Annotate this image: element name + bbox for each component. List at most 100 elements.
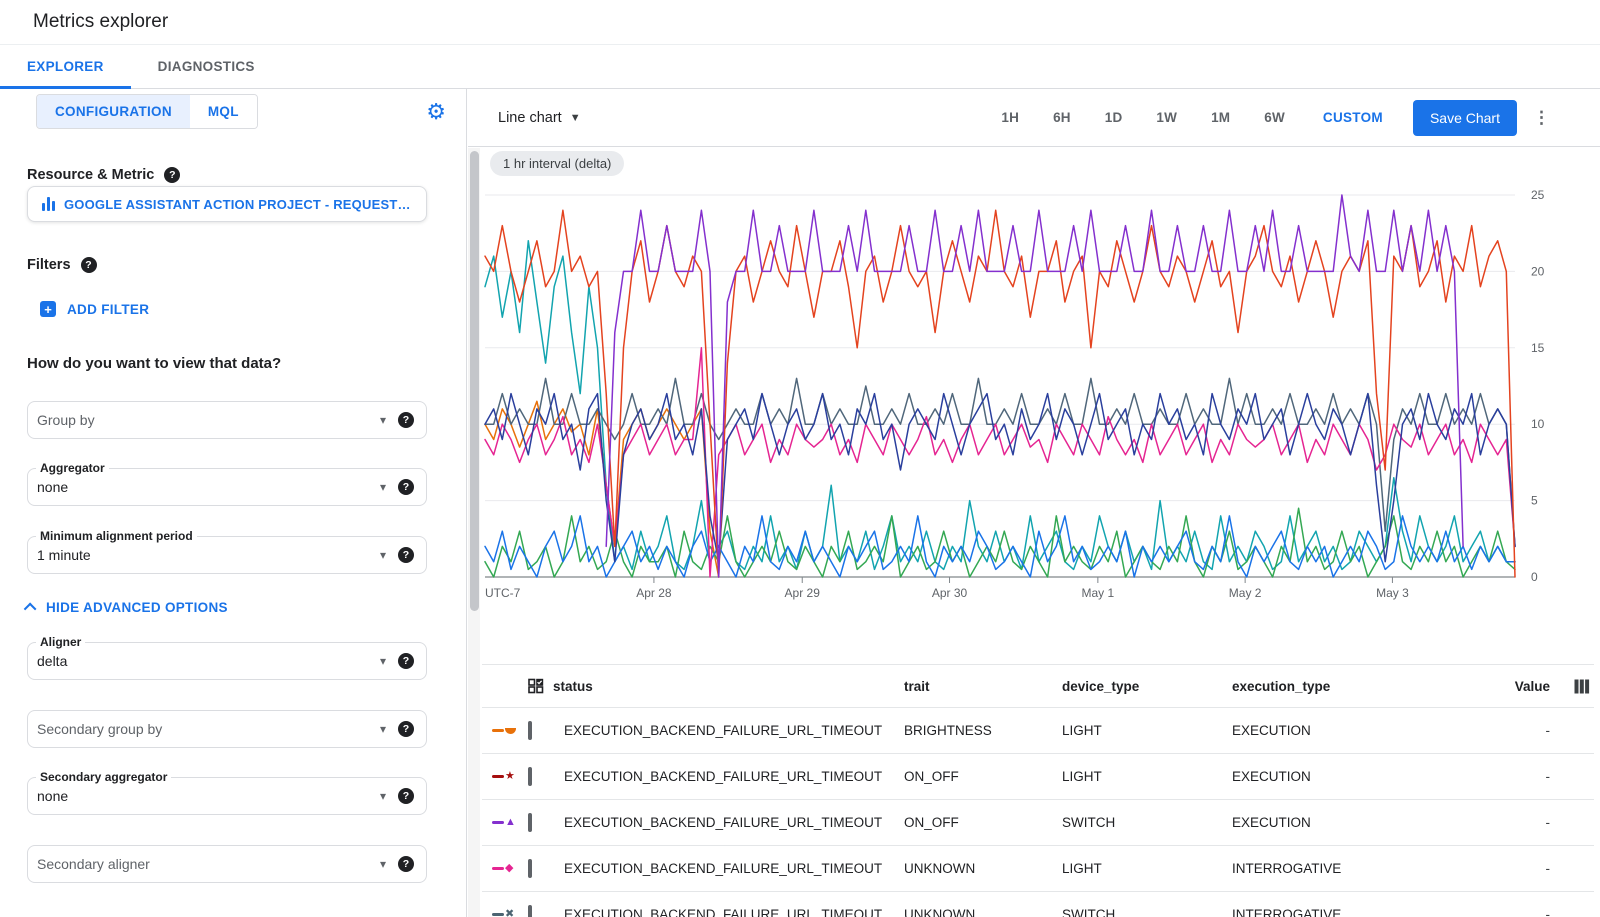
aligner-select[interactable]: Aligner delta ▾ ? — [27, 642, 427, 680]
more-options-kebab-icon[interactable]: ⋮ — [1533, 108, 1550, 128]
time-range-group: 1H 6H 1D 1W 1M 6W CUSTOM — [1001, 110, 1383, 125]
help-icon[interactable]: ? — [398, 721, 414, 737]
chevron-down-icon: ▾ — [380, 722, 398, 736]
metrics-explorer-page: Metrics explorer EXPLORER DIAGNOSTICS CO… — [0, 0, 1600, 917]
help-icon[interactable]: ? — [398, 547, 414, 563]
help-icon[interactable]: ? — [398, 479, 414, 495]
help-icon[interactable]: ? — [398, 653, 414, 669]
svg-text:20: 20 — [1531, 264, 1545, 278]
svg-text:May 1: May 1 — [1082, 586, 1115, 600]
chevron-down-icon: ▾ — [380, 413, 398, 427]
triangle-marker-icon: ▲ — [505, 817, 516, 828]
table-row[interactable]: ✖EXECUTION_BACKEND_FAILURE_URL_TIMEOUTUN… — [482, 892, 1594, 917]
tab-explorer[interactable]: EXPLORER — [0, 45, 131, 88]
semicircle-marker-icon — [505, 728, 516, 734]
svg-text:5: 5 — [1531, 494, 1538, 508]
series-legend-icon — [482, 728, 528, 734]
execution-type-cell: EXECUTION — [1232, 723, 1482, 738]
help-icon[interactable]: ? — [164, 167, 180, 183]
status-cell: EXECUTION_BACKEND_FAILURE_URL_TIMEOUT — [564, 907, 904, 917]
star-marker-icon: ★ — [505, 771, 515, 782]
aggregator-select[interactable]: Aggregator none ▾ ? — [27, 468, 427, 506]
col-device-type[interactable]: device_type — [1062, 679, 1232, 694]
range-custom-button[interactable]: CUSTOM — [1323, 110, 1383, 125]
bar-chart-icon — [42, 197, 55, 211]
secondary-aligner-select[interactable]: Secondary aligner ▾ ? — [27, 845, 427, 883]
chart-panel: Line chart ▼ 1H 6H 1D 1W 1M 6W CUSTOM Sa… — [468, 89, 1600, 917]
min-alignment-period-select[interactable]: Minimum alignment period 1 minute ▾ ? — [27, 536, 427, 574]
column-selector-icon[interactable] — [1574, 679, 1590, 694]
table-row[interactable]: ★EXECUTION_BACKEND_FAILURE_URL_TIMEOUTON… — [482, 754, 1594, 800]
svg-text:0: 0 — [1531, 570, 1538, 584]
range-6w-button[interactable]: 6W — [1264, 110, 1285, 125]
metric-chip-button[interactable]: GOOGLE ASSISTANT ACTION PROJECT - REQUES… — [27, 186, 427, 222]
col-execution-type[interactable]: execution_type — [1232, 679, 1482, 694]
interval-chip: 1 hr interval (delta) — [490, 151, 624, 176]
col-trait[interactable]: trait — [904, 679, 1062, 694]
hide-advanced-options-button[interactable]: HIDE ADVANCED OPTIONS — [27, 600, 228, 615]
status-cell: EXECUTION_BACKEND_FAILURE_URL_TIMEOUT — [564, 723, 904, 738]
value-cell: - — [1482, 815, 1550, 830]
metric-chip-label: GOOGLE ASSISTANT ACTION PROJECT - REQUES… — [64, 197, 412, 212]
chevron-down-icon: ▼ — [570, 112, 581, 124]
value-cell: - — [1482, 907, 1550, 917]
scrollbar-thumb[interactable] — [470, 151, 479, 611]
range-1h-button[interactable]: 1H — [1001, 110, 1019, 125]
mode-configuration-button[interactable]: CONFIGURATION — [37, 95, 190, 128]
status-cell: EXECUTION_BACKEND_FAILURE_URL_TIMEOUT — [564, 769, 904, 784]
chevron-down-icon: ▾ — [380, 480, 398, 494]
add-filter-button[interactable]: + ADD FILTER — [40, 301, 149, 317]
chevron-down-icon: ▾ — [380, 548, 398, 562]
series-table: status trait device_type execution_type … — [482, 664, 1594, 917]
app-header: Metrics explorer — [0, 0, 1600, 45]
secondary-group-by-select[interactable]: Secondary group by ▾ ? — [27, 710, 427, 748]
table-row[interactable]: ◆EXECUTION_BACKEND_FAILURE_URL_TIMEOUTUN… — [482, 846, 1594, 892]
series-legend-icon: ▲ — [482, 817, 528, 828]
device-type-cell: LIGHT — [1062, 769, 1232, 784]
secondary-aggregator-select[interactable]: Secondary aggregator none ▾ ? — [27, 777, 427, 815]
select-all-grid-icon[interactable] — [528, 678, 544, 694]
chevron-down-icon: ▾ — [380, 857, 398, 871]
range-1m-button[interactable]: 1M — [1211, 110, 1230, 125]
chart-body: 1 hr interval (delta) 0510152025Apr 28Ap… — [482, 148, 1600, 917]
range-1w-button[interactable]: 1W — [1156, 110, 1177, 125]
range-1d-button[interactable]: 1D — [1105, 110, 1123, 125]
line-chart[interactable]: 0510152025Apr 28Apr 29Apr 30May 1May 2Ma… — [483, 185, 1573, 608]
row-checkbox[interactable] — [528, 767, 532, 786]
row-checkbox[interactable] — [528, 859, 532, 878]
svg-text:Apr 28: Apr 28 — [636, 586, 672, 600]
execution-type-cell: EXECUTION — [1232, 769, 1482, 784]
help-icon[interactable]: ? — [398, 856, 414, 872]
series-legend-icon: ✖ — [482, 909, 528, 917]
settings-gear-icon[interactable]: ⚙ — [426, 101, 446, 123]
trait-cell: ON_OFF — [904, 815, 1062, 830]
page-title: Metrics explorer — [33, 11, 168, 33]
svg-text:10: 10 — [1531, 417, 1545, 431]
chart-type-dropdown[interactable]: Line chart ▼ — [498, 110, 581, 126]
add-filter-label: ADD FILTER — [67, 302, 149, 317]
col-status[interactable]: status — [553, 679, 593, 694]
status-cell: EXECUTION_BACKEND_FAILURE_URL_TIMEOUT — [564, 815, 904, 830]
help-icon[interactable]: ? — [81, 257, 97, 273]
save-chart-button[interactable]: Save Chart — [1413, 100, 1517, 136]
row-checkbox[interactable] — [528, 813, 532, 832]
tab-diagnostics[interactable]: DIAGNOSTICS — [131, 45, 282, 88]
svg-text:May 3: May 3 — [1376, 586, 1409, 600]
row-checkbox[interactable] — [528, 721, 532, 740]
vertical-scrollbar[interactable] — [468, 148, 480, 917]
trait-cell: UNKNOWN — [904, 861, 1062, 876]
col-value[interactable]: Value — [1482, 679, 1550, 694]
group-by-select[interactable]: Group by ▾ ? — [27, 401, 427, 439]
row-checkbox[interactable] — [528, 905, 532, 917]
table-row[interactable]: ▲ EXECUTION_BACKEND_FAILURE_URL_TIMEOUTON… — [482, 800, 1594, 846]
table-row[interactable]: EXECUTION_BACKEND_FAILURE_URL_TIMEOUTBRI… — [482, 708, 1594, 754]
svg-text:Apr 30: Apr 30 — [932, 586, 968, 600]
value-cell: - — [1482, 723, 1550, 738]
help-icon[interactable]: ? — [398, 788, 414, 804]
svg-text:15: 15 — [1531, 341, 1545, 355]
mode-mql-button[interactable]: MQL — [190, 95, 257, 128]
help-icon[interactable]: ? — [398, 412, 414, 428]
chevron-up-icon — [24, 603, 37, 616]
configuration-panel: CONFIGURATION MQL ⚙ Resource & Metric ? … — [0, 89, 467, 917]
range-6h-button[interactable]: 6H — [1053, 110, 1071, 125]
